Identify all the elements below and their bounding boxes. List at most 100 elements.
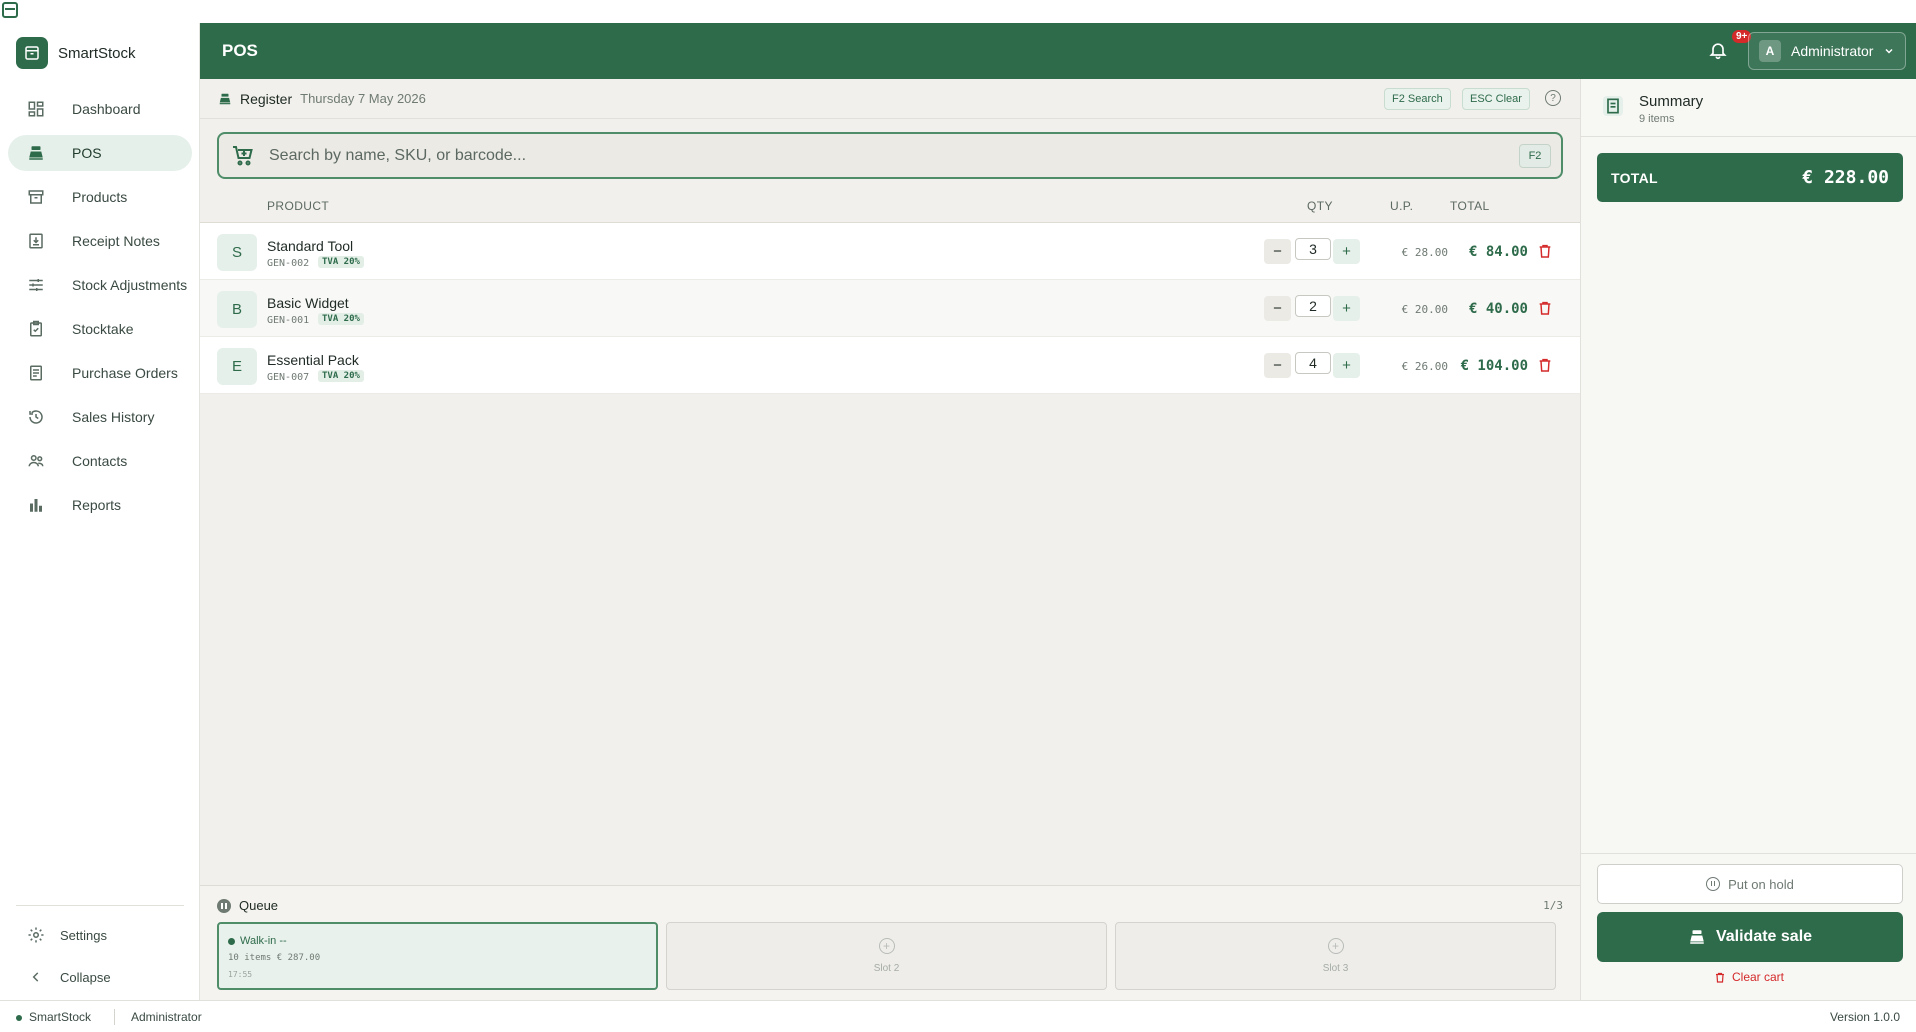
increase-qty-button[interactable]: +: [1333, 296, 1360, 321]
gear-icon: [26, 925, 46, 945]
decrease-qty-button[interactable]: −: [1264, 239, 1291, 264]
register-icon: [1690, 930, 1704, 944]
queue-header: Queue: [217, 898, 278, 913]
col-product: PRODUCT: [267, 199, 330, 213]
cart-list: S Standard Tool GEN-002 TVA 20% − + € 28…: [200, 223, 1580, 394]
sidebar-item-label: Products: [72, 189, 128, 205]
sidebar-item-stocktake[interactable]: Stocktake: [8, 311, 192, 347]
table-row[interactable]: E Essential Pack GEN-007 TVA 20% − + € 2…: [200, 337, 1580, 394]
register-bar: Register Thursday 7 May 2026: [200, 79, 1580, 119]
sidebar-collapse-button[interactable]: Collapse: [8, 959, 192, 995]
table-row[interactable]: S Standard Tool GEN-002 TVA 20% − + € 28…: [200, 223, 1580, 280]
table-row[interactable]: B Basic Widget GEN-001 TVA 20% − + € 20.…: [200, 280, 1580, 337]
total-value: € 228.00: [1802, 167, 1889, 188]
decrease-qty-button[interactable]: −: [1264, 296, 1291, 321]
status-app-name: SmartStock: [29, 1010, 92, 1024]
clear-cart-button[interactable]: Clear cart: [1581, 970, 1916, 984]
product-name: Essential Pack: [267, 352, 359, 368]
receipt-icon: [1603, 96, 1623, 116]
quantity-input[interactable]: [1295, 295, 1331, 317]
col-qty: QTY: [1307, 199, 1333, 213]
sidebar-item-reports[interactable]: Reports: [8, 487, 192, 523]
sidebar-item-label: Purchase Orders: [72, 365, 178, 381]
sidebar-item-pos[interactable]: POS: [8, 135, 192, 171]
sidebar-item-products[interactable]: Products: [8, 179, 192, 215]
shortcut-clear-hint: ESC Clear: [1462, 88, 1530, 110]
sidebar-item-receipt-notes[interactable]: Receipt Notes: [8, 223, 192, 259]
app-window-icon: [2, 2, 18, 18]
cart-icon: [233, 145, 253, 165]
unit-price: € 26.00: [1401, 360, 1448, 373]
window-title-strip: [0, 0, 1916, 23]
box-icon: [26, 187, 46, 207]
sidebar-item-purchase-orders[interactable]: Purchase Orders: [8, 355, 192, 391]
total-card: TOTAL € 228.00: [1597, 153, 1903, 202]
slot-info: 10 items € 287.00: [228, 953, 321, 963]
register-icon: [219, 93, 231, 104]
sidebar-item-dashboard[interactable]: Dashboard: [8, 91, 192, 127]
slot-name: Walk-in --: [240, 935, 287, 947]
col-unit-price: U.P.: [1390, 199, 1414, 213]
help-icon[interactable]: ?: [1545, 90, 1561, 106]
dashboard-icon: [26, 99, 46, 119]
sidebar-item-stock-adjustments[interactable]: Stock Adjustments: [8, 267, 192, 303]
product-sku: GEN-002: [267, 258, 310, 269]
collapse-label: Collapse: [60, 969, 111, 985]
register-date: Thursday 7 May 2026: [300, 91, 426, 106]
increase-qty-button[interactable]: +: [1333, 239, 1360, 264]
sidebar-item-settings[interactable]: Settings: [8, 917, 192, 953]
validate-label: Validate sale: [1715, 928, 1813, 945]
receipt-download-icon: [26, 231, 46, 251]
hold-label: Put on hold: [1728, 876, 1794, 892]
quantity-input[interactable]: [1295, 352, 1331, 374]
active-dot: [228, 937, 235, 945]
queue-slot-3[interactable]: + Slot 3: [1115, 922, 1556, 990]
search-input[interactable]: [269, 146, 1519, 165]
register-title: Register: [240, 90, 293, 107]
queue-slot-2[interactable]: + Slot 2: [666, 922, 1107, 990]
register-icon: [26, 143, 46, 163]
sidebar-item-label: Reports: [72, 497, 122, 513]
increase-qty-button[interactable]: +: [1333, 353, 1360, 378]
tax-badge: TVA 20%: [318, 256, 364, 268]
slot-label: Slot 3: [1322, 963, 1349, 974]
sidebar-item-contacts[interactable]: Contacts: [8, 443, 192, 479]
register-panel: Register Thursday 7 May 2026 F2 Search E…: [200, 79, 1580, 1000]
trash-icon[interactable]: [1537, 242, 1553, 260]
total-label: TOTAL: [1611, 170, 1658, 186]
validate-sale-button[interactable]: Validate sale: [1597, 912, 1903, 962]
put-on-hold-button[interactable]: Put on hold: [1597, 864, 1903, 904]
product-name: Standard Tool: [267, 238, 354, 254]
user-menu-button[interactable]: A Administrator: [1748, 32, 1906, 70]
add-circle-icon: +: [1327, 938, 1344, 954]
trash-icon[interactable]: [1537, 299, 1553, 317]
brand-logo-icon: [16, 37, 48, 69]
connection-status-dot: [16, 1015, 22, 1021]
decrease-qty-button[interactable]: −: [1264, 353, 1291, 378]
brand[interactable]: SmartStock: [16, 37, 136, 69]
sidebar-item-sales-history[interactable]: Sales History: [8, 399, 192, 435]
summary-item-count: 9 items: [1639, 113, 1675, 125]
sidebar-divider: [16, 905, 184, 906]
product-sku: GEN-001: [267, 315, 310, 326]
shortcut-search-hint: F2 Search: [1384, 88, 1451, 110]
unit-price: € 28.00: [1401, 246, 1448, 259]
page-title: POS: [222, 41, 258, 60]
sidebar-footer: Settings Collapse: [8, 917, 192, 1003]
notifications-button[interactable]: [1708, 40, 1730, 62]
sidebar-item-label: Stocktake: [72, 321, 134, 337]
queue-count: 1/3: [1543, 899, 1563, 912]
trash-icon[interactable]: [1537, 356, 1553, 374]
brand-name: SmartStock: [58, 44, 136, 62]
slot-time: 17:55: [228, 970, 253, 979]
unit-price: € 20.00: [1401, 303, 1448, 316]
clear-cart-label: Clear cart: [1731, 970, 1784, 984]
chevron-left-icon: [26, 967, 46, 987]
product-name: Basic Widget: [267, 295, 349, 311]
quantity-input[interactable]: [1295, 238, 1331, 260]
purchase-order-icon: [26, 363, 46, 383]
clipboard-check-icon: [26, 319, 46, 339]
tax-badge: TVA 20%: [318, 370, 364, 382]
bell-icon: [1709, 43, 1727, 60]
queue-slot-1[interactable]: Walk-in -- 10 items € 287.00 17:55: [217, 922, 658, 990]
